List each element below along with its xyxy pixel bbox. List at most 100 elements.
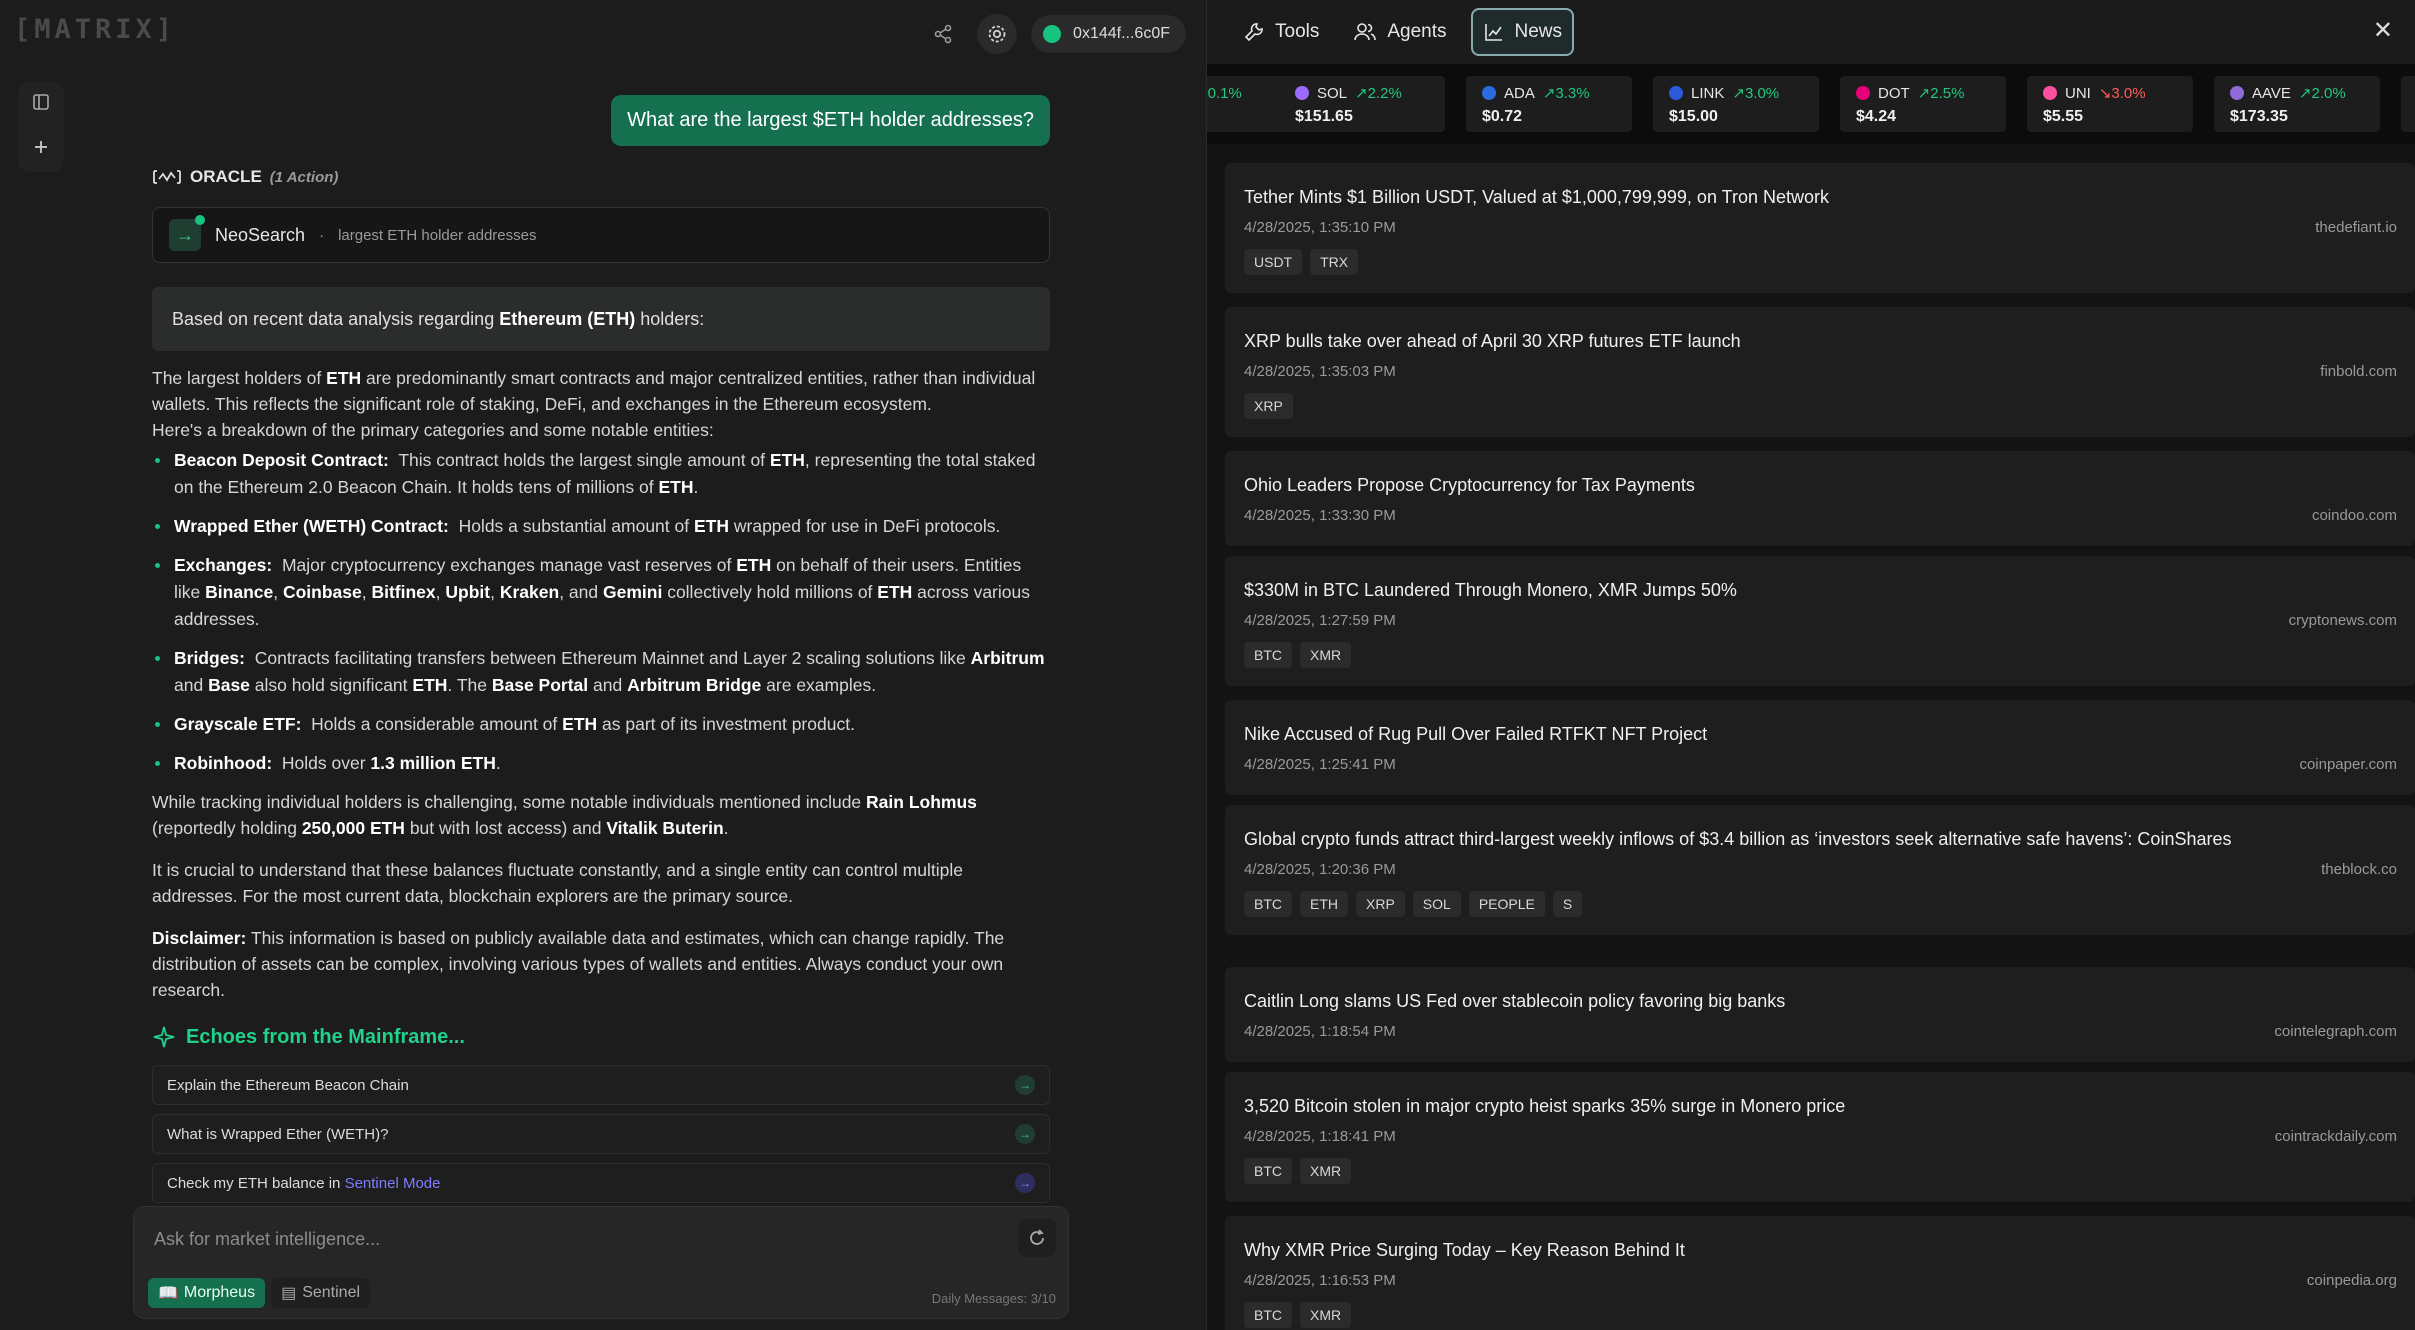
message-input[interactable]: Ask for market intelligence... [154,1229,380,1250]
wallet-button[interactable]: 0x144f...6c0F [1031,15,1186,53]
close-panel-button[interactable]: ✕ [2373,16,2393,45]
ticker-item[interactable]: AAVE ↗2.0% $173.35 [2214,76,2380,132]
suggestion-item-sentinel[interactable]: Check my ETH balance in Sentinel Mode → [152,1163,1050,1203]
news-tag[interactable]: TRX [1310,249,1359,275]
bullet-text: . The [447,675,487,695]
news-tag[interactable]: XMR [1300,1158,1352,1184]
oracle-icon [153,170,181,184]
news-tag[interactable]: XMR [1300,642,1352,668]
intro-eth: ETH [326,368,362,388]
news-tag[interactable]: XRP [1356,891,1405,917]
news-title[interactable]: XRP bulls take over ahead of April 30 XR… [1244,331,1741,352]
arrow-right-icon: → [1015,1075,1035,1095]
action-separator: · [319,226,325,244]
tab-news[interactable]: News [1470,8,1575,56]
news-title[interactable]: Global crypto funds attract third-larges… [1244,829,2232,850]
app-logo[interactable]: [MATRIX] [14,14,176,45]
bullet-bold: ETH [562,714,598,734]
news-card[interactable]: 3,520 Bitcoin stolen in major crypto hei… [1225,1072,2415,1202]
ticker-item[interactable]: UNI ↘3.0% $5.55 [2027,76,2193,132]
mode-morpheus-button[interactable]: 📖 Morpheus [148,1278,266,1308]
news-source: thedefiant.io [2315,219,2397,236]
suggestion-text: Check my ETH balance in Sentinel Mode [167,1175,440,1192]
bullet-text: Contracts facilitating transfers between… [254,648,966,668]
news-tag[interactable]: S [1552,891,1583,917]
suggestion-text: Explain the Ethereum Beacon Chain [167,1076,409,1094]
news-card[interactable]: Global crypto funds attract third-larges… [1225,805,2415,935]
news-tag[interactable]: XMR [1300,1302,1352,1328]
news-source: theblock.co [2321,861,2397,878]
news-title[interactable]: Nike Accused of Rug Pull Over Failed RTF… [1244,724,1707,745]
news-tag[interactable]: USDT [1244,249,1303,275]
summary-prefix: Based on recent data analysis regarding [172,308,495,329]
news-tag[interactable]: ETH [1300,891,1348,917]
news-card[interactable]: Caitlin Long slams US Fed over stablecoi… [1225,967,2415,1062]
suggestion-item[interactable]: Explain the Ethereum Beacon Chain → [152,1065,1050,1105]
news-title[interactable]: $330M in BTC Laundered Through Monero, X… [1244,580,1737,601]
coin-change: ↗2.2% [1355,85,1402,102]
news-card[interactable]: Why XMR Price Surging Today – Key Reason… [1225,1216,2415,1330]
settings-button[interactable] [977,14,1018,54]
news-tag[interactable]: BTC [1244,642,1292,668]
news-title[interactable]: Ohio Leaders Propose Cryptocurrency for … [1244,475,1695,496]
holder-list: Beacon Deposit Contract: This contract h… [152,447,1050,777]
list-item: Robinhood: Holds over 1.3 million ETH. [152,750,1050,777]
news-card[interactable]: XRP bulls take over ahead of April 30 XR… [1225,307,2415,437]
mode-sentinel-button[interactable]: ▤ Sentinel [271,1278,371,1308]
coin-symbol: LINK [1691,84,1725,102]
news-title[interactable]: Caitlin Long slams US Fed over stablecoi… [1244,991,1785,1012]
news-tag[interactable]: BTC [1244,1302,1292,1328]
suggestion-item[interactable]: What is Wrapped Ether (WETH)? → [152,1114,1050,1154]
news-tag[interactable]: PEOPLE [1468,891,1545,917]
bullet-text: Holds over [281,753,366,773]
disclaimer-text: This information is based on publicly av… [152,928,1005,1000]
new-chat-icon[interactable] [32,138,50,162]
news-timestamp: 4/28/2025, 1:27:59 PM [1244,612,1396,629]
bullet-bold: Arbitrum Bridge [627,675,762,695]
echoes-header: Echoes from the Mainframe... [152,1025,465,1049]
news-title[interactable]: Why XMR Price Surging Today – Key Reason… [1244,1240,1685,1261]
news-tag[interactable]: BTC [1244,891,1292,917]
bullet-label: Grayscale ETF: [174,714,302,734]
coin-price: $173.35 [2230,108,2288,125]
bullet-bold: 1.3 million ETH [370,753,496,773]
refresh-button[interactable] [1018,1219,1056,1257]
individuals-paragraph: While tracking individual holders is cha… [152,789,1050,841]
coin-price: $151.65 [1295,108,1353,125]
tab-agents[interactable]: Agents [1343,8,1456,56]
news-timestamp: 4/28/2025, 1:35:03 PM [1244,363,1396,380]
coin-price: $0.72 [1482,108,1523,125]
news-card[interactable]: Ohio Leaders Propose Cryptocurrency for … [1225,451,2415,546]
bullet-label: Bridges: [174,648,245,668]
bullet-label: Robinhood: [174,753,273,773]
news-title[interactable]: 3,520 Bitcoin stolen in major crypto hei… [1244,1096,1845,1117]
news-title[interactable]: Tether Mints $1 Billion USDT, Valued at … [1244,187,1829,208]
ticker-item[interactable]: LINK ↗3.0% $15.00 [1653,76,1819,132]
ticker-item[interactable]: SOL ↗2.2% $151.65 [1279,76,1445,132]
news-tags: USDT TRX [1244,249,1359,275]
coin-change: ↗2.5% [1917,85,1965,102]
coin-change-value: 3.0% [1744,85,1780,102]
news-card[interactable]: Tether Mints $1 Billion USDT, Valued at … [1225,163,2415,293]
news-card[interactable]: $330M in BTC Laundered Through Monero, X… [1225,556,2415,686]
news-tag[interactable]: XRP [1244,393,1293,419]
sentinel-mode-link[interactable]: Sentinel Mode [345,1175,441,1192]
ticker-item[interactable]: ADA ↗3.3% $0.72 [1466,76,1632,132]
coin-change-value: 2.2% [1367,85,1402,102]
intro-breakdown: Here's a breakdown of the primary catego… [152,420,714,440]
bullet-text: Holds a considerable amount of [311,714,558,734]
sidebar-toggle-icon[interactable] [32,93,50,117]
coin-symbol: ADA [1504,84,1535,102]
news-card[interactable]: Nike Accused of Rug Pull Over Failed RTF… [1225,700,2415,795]
action-neosearch[interactable]: → NeoSearch · largest ETH holder address… [152,207,1050,263]
tab-tools[interactable]: Tools [1233,8,1329,56]
news-source: cryptonews.com [2288,612,2397,629]
ticker-item[interactable]: $ [2401,76,2415,132]
news-tag[interactable]: SOL [1412,891,1461,917]
news-tags: BTC ETH XRP SOL PEOPLE S [1244,891,1583,917]
share-button[interactable] [923,17,963,51]
ticker-item[interactable]: DOT ↗2.5% $4.24 [1840,76,2006,132]
news-tag[interactable]: BTC [1244,1158,1292,1184]
coin-change-value: 2.5% [1930,85,1965,102]
bullet-bold: ETH [736,555,772,575]
